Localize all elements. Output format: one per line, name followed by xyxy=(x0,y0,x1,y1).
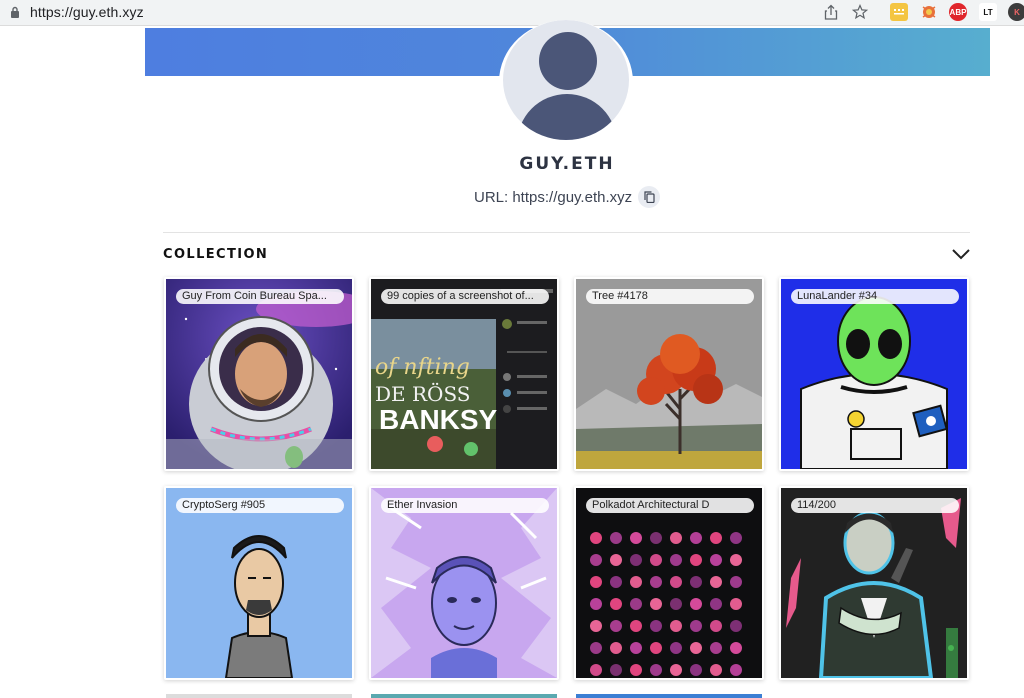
nft-card[interactable]: Ether Invasion xyxy=(369,486,559,680)
nft-image: 114/200 xyxy=(781,488,967,678)
svg-text:DE RÖSS: DE RÖSS xyxy=(375,381,471,406)
honey-extension-icon[interactable] xyxy=(920,3,938,21)
nft-card-title: Guy From Coin Bureau Spa... xyxy=(176,289,344,304)
address-bar[interactable]: https://guy.eth.xyz xyxy=(0,0,878,24)
nft-card[interactable]: Guy From Coin Bureau Spa... xyxy=(164,277,354,471)
nft-card-peek xyxy=(576,694,762,698)
profile-name: GUY.ETH xyxy=(519,154,615,174)
lock-icon xyxy=(8,5,22,19)
nft-image: LunaLander #34 xyxy=(781,279,967,469)
nft-image: Polkadot Architectural D xyxy=(576,488,762,678)
avatar xyxy=(499,20,633,144)
nft-card[interactable]: Tree #4178 xyxy=(574,277,764,471)
svg-text:of nfting: of nfting xyxy=(375,355,470,380)
nft-card-title: Polkadot Architectural D xyxy=(586,498,754,513)
profile-url: URL: https://guy.eth.xyz xyxy=(474,188,633,206)
copy-icon[interactable] xyxy=(638,186,661,208)
collection-title: COLLECTION xyxy=(163,247,269,262)
nft-card-title: LunaLander #34 xyxy=(791,289,959,304)
nft-image: of nfting DE RÖSS BANKSY 99 copies of a … xyxy=(371,279,557,469)
nft-card-title: Tree #4178 xyxy=(586,289,754,304)
nft-card[interactable]: CryptoSerg #905 xyxy=(164,486,354,680)
nft-card-title: 99 copies of a screenshot of... xyxy=(381,289,549,304)
profile-url-row: URL: https://guy.eth.xyz xyxy=(474,186,661,208)
nft-image: CryptoSerg #905 xyxy=(166,488,352,678)
nft-card-peek xyxy=(371,694,557,698)
nft-card[interactable]: of nfting DE RÖSS BANKSY 99 copies of a … xyxy=(369,277,559,471)
nft-card[interactable]: 114/200 xyxy=(779,486,969,680)
profile-avatar-icon[interactable]: K xyxy=(1008,3,1024,21)
adblock-plus-icon[interactable]: ABP xyxy=(949,3,967,21)
nft-image: Guy From Coin Bureau Spa... xyxy=(166,279,352,469)
nft-card-peek xyxy=(166,694,352,698)
default-user-icon xyxy=(503,20,629,140)
browser-toolbar: https://guy.eth.xyz ABP LT K xyxy=(0,0,1024,26)
nft-card[interactable]: LunaLander #34 xyxy=(779,277,969,471)
svg-text:BANKSY: BANKSY xyxy=(379,404,498,435)
languagetool-icon[interactable]: LT xyxy=(979,3,997,21)
nft-image: Ether Invasion xyxy=(371,488,557,678)
notes-extension-icon[interactable] xyxy=(890,3,908,21)
chevron-down-icon[interactable] xyxy=(950,246,972,262)
share-icon[interactable] xyxy=(822,3,840,21)
section-divider xyxy=(163,232,970,233)
nft-card-title: Ether Invasion xyxy=(381,498,549,513)
bookmark-star-icon[interactable] xyxy=(851,3,869,21)
nft-card-title: 114/200 xyxy=(791,498,959,513)
address-bar-url: https://guy.eth.xyz xyxy=(30,4,144,20)
nft-image: Tree #4178 xyxy=(576,279,762,469)
nft-card-title: CryptoSerg #905 xyxy=(176,498,344,513)
nft-card[interactable]: Polkadot Architectural D xyxy=(574,486,764,680)
